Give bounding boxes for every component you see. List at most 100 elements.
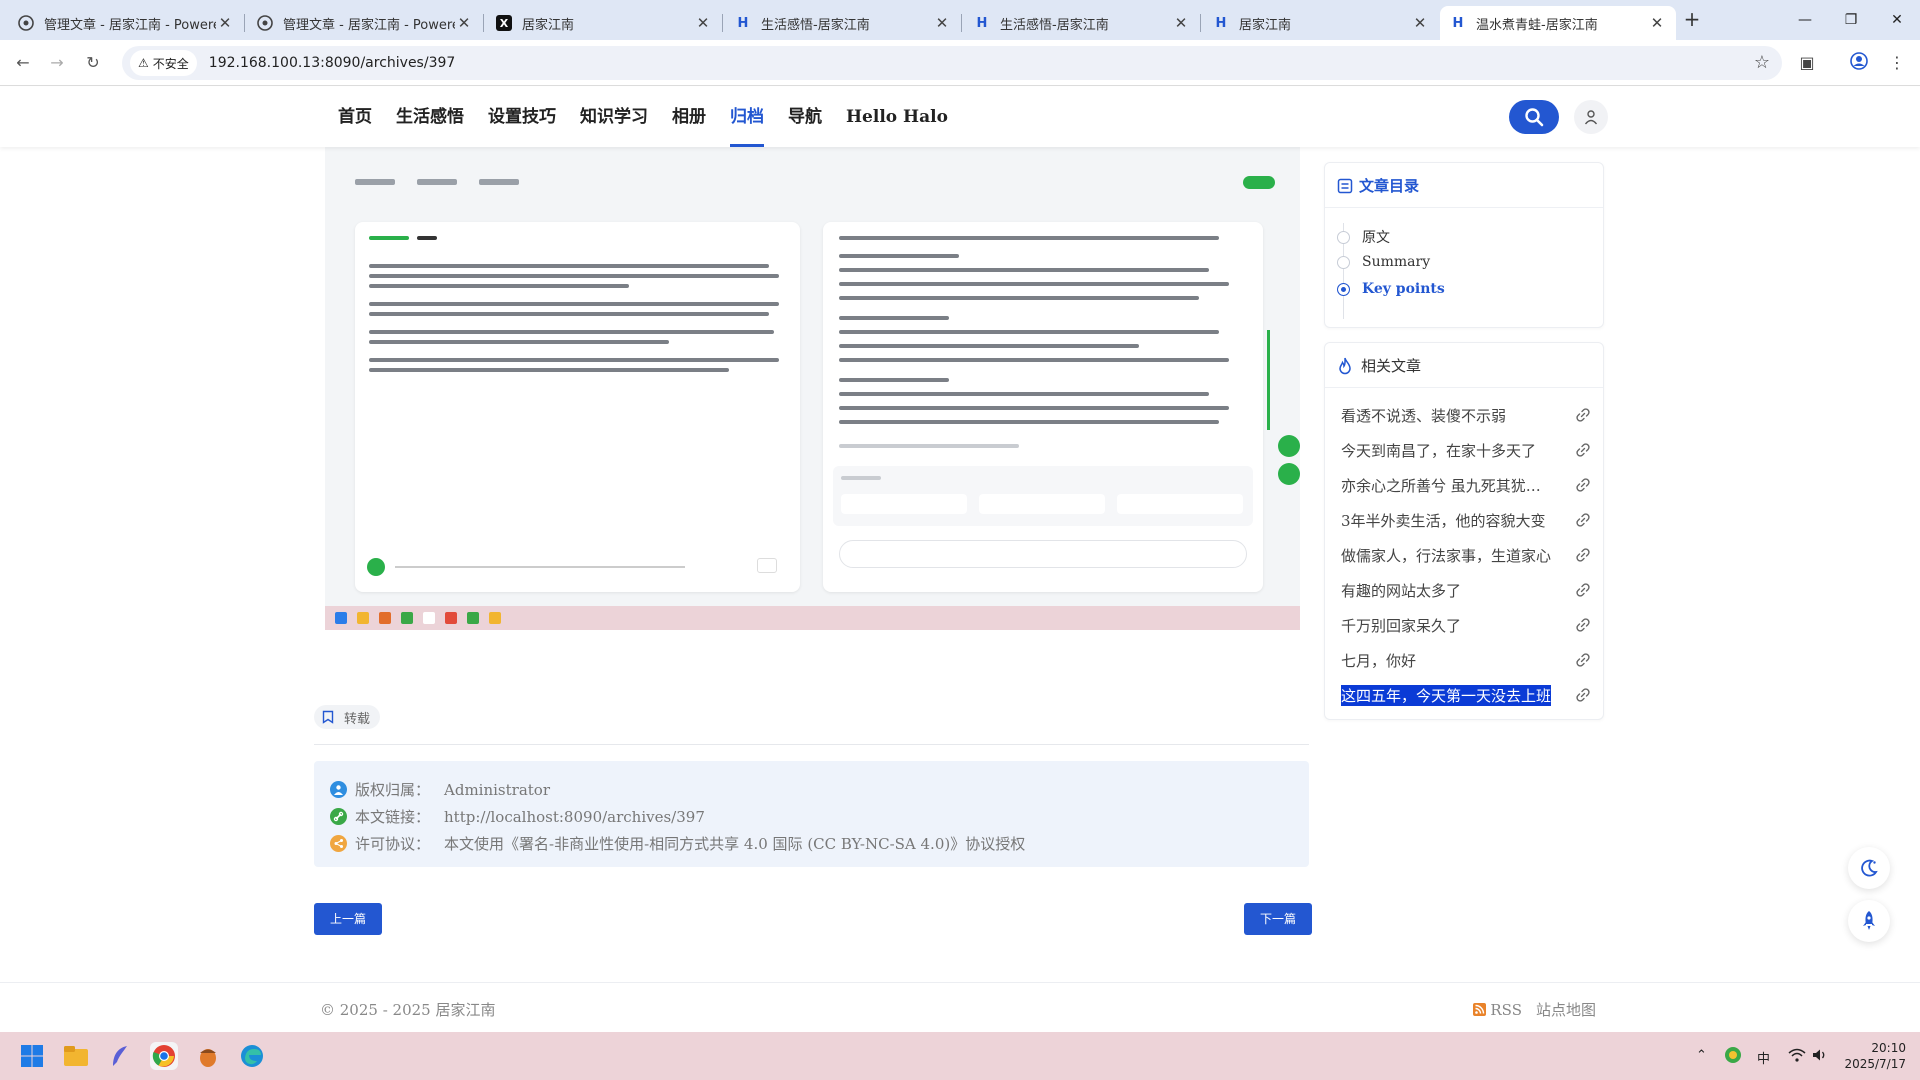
related-article-item[interactable]: 做儒家人，行法家事，生道家心	[1341, 543, 1591, 567]
close-tab-icon[interactable]: ✕	[1172, 14, 1190, 32]
toc-item[interactable]: Summary	[1337, 254, 1430, 270]
browser-tab[interactable]: 管理文章 - 居家江南 - Powered ✕	[247, 6, 484, 40]
os-taskbar: ⌃ 中 20:10 2025/7/17	[0, 1032, 1920, 1080]
related-title: 相关文章	[1337, 355, 1421, 376]
edge-icon[interactable]	[238, 1042, 266, 1070]
next-post-button[interactable]: 下一篇	[1244, 903, 1313, 935]
browser-tab[interactable]: 管理文章 - 居家江南 - Powered ✕	[8, 6, 245, 40]
screenshot-speed-chip	[757, 558, 777, 573]
back-to-top-button[interactable]	[1848, 900, 1890, 942]
browser-tab-active[interactable]: H 温水煮青蛙-居家江南 ✕	[1440, 6, 1676, 40]
menu-item-navigation[interactable]: 导航	[776, 87, 834, 147]
link-icon[interactable]	[1575, 617, 1591, 633]
rocket-icon	[1863, 911, 1875, 930]
tray-overflow-icon[interactable]: ⌃	[1696, 1048, 1707, 1063]
toc-item-active[interactable]: Key points	[1337, 281, 1445, 297]
system-clock[interactable]: 20:10 2025/7/17	[1844, 1040, 1906, 1072]
dark-mode-button[interactable]	[1848, 847, 1890, 889]
browser-tab[interactable]: H 生活感悟-居家江南 ✕	[964, 6, 1201, 40]
toc-dot	[1337, 230, 1350, 244]
close-tab-icon[interactable]: ✕	[694, 14, 712, 32]
url-text[interactable]: 192.168.100.13:8090/archives/397	[209, 55, 456, 71]
link-icon[interactable]	[1575, 547, 1591, 563]
back-icon[interactable]: ←	[10, 50, 36, 76]
article-link[interactable]: http://localhost:8090/archives/397	[444, 808, 705, 826]
menu-item-tips[interactable]: 设置技巧	[476, 87, 568, 147]
close-window-icon[interactable]: ✕	[1874, 0, 1920, 40]
close-tab-icon[interactable]: ✕	[933, 14, 951, 32]
toc-dot	[1337, 255, 1350, 269]
more-menu-icon[interactable]: ⋮	[1886, 52, 1908, 74]
restore-icon[interactable]: ❐	[1828, 0, 1874, 40]
file-explorer-icon[interactable]	[62, 1042, 90, 1070]
tab-search-icon[interactable]: ▣	[1796, 52, 1818, 74]
close-tab-icon[interactable]: ✕	[1648, 14, 1666, 32]
windows-start-icon[interactable]	[18, 1042, 46, 1070]
link-icon[interactable]	[1575, 582, 1591, 598]
related-article-item[interactable]: 有趣的网站太多了	[1341, 578, 1591, 602]
sitemap-link[interactable]: 站点地图	[1536, 999, 1596, 1020]
address-bar[interactable]: ⚠ 不安全 192.168.100.13:8090/archives/397 ☆	[122, 46, 1782, 80]
screenshot-taskbar	[325, 606, 1300, 630]
tag-chip[interactable]: 转载	[314, 705, 381, 729]
ime-indicator[interactable]: 中	[1757, 1048, 1770, 1067]
related-article-item[interactable]: 看透不说透、装傻不示弱	[1341, 403, 1591, 427]
related-article-item[interactable]: 3年半外卖生活，他的容貌大变	[1341, 508, 1591, 532]
new-tab-button[interactable]: +	[1680, 8, 1704, 32]
close-tab-icon[interactable]: ✕	[455, 14, 473, 32]
x-icon: X	[496, 15, 512, 31]
screenshot-right-panel	[823, 222, 1263, 592]
security-indicator[interactable]: ⚠ 不安全	[130, 50, 197, 76]
feather-app-icon[interactable]	[106, 1042, 134, 1070]
browser-toolbar: ← → ↻ ⚠ 不安全 192.168.100.13:8090/archives…	[0, 40, 1920, 86]
divider	[314, 744, 1309, 745]
menu-item-album[interactable]: 相册	[660, 87, 718, 147]
related-article-item[interactable]: 这四五年，今天第一天没去上班	[1341, 683, 1591, 707]
copyright-owner-row: 版权归属： Administrator	[330, 779, 550, 800]
user-button[interactable]	[1574, 100, 1608, 134]
related-article-item[interactable]: 七月，你好	[1341, 648, 1591, 672]
prev-post-button[interactable]: 上一篇	[314, 903, 383, 935]
rss-link[interactable]: RSS	[1473, 1001, 1522, 1019]
wifi-icon[interactable]	[1788, 1048, 1806, 1066]
volume-icon[interactable]	[1812, 1048, 1828, 1066]
link-icon[interactable]	[1575, 512, 1591, 528]
halo-icon	[257, 15, 273, 31]
search-button[interactable]	[1509, 100, 1559, 134]
link-icon[interactable]	[1575, 442, 1591, 458]
minimize-icon[interactable]: —	[1782, 0, 1828, 40]
site-footer: © 2025 - 2025 居家江南 RSS 站点地图	[0, 982, 1920, 1032]
browser-tab[interactable]: X 居家江南 ✕	[486, 6, 723, 40]
link-icon[interactable]	[1575, 477, 1591, 493]
profile-icon[interactable]	[1848, 52, 1870, 74]
menu-item-archive[interactable]: 归档	[718, 87, 776, 147]
menu-item-home[interactable]: 首页	[326, 87, 384, 147]
link-icon	[330, 808, 347, 825]
browser-tab[interactable]: H 生活感悟-居家江南 ✕	[725, 6, 962, 40]
related-article-item[interactable]: 千万别回家呆久了	[1341, 613, 1591, 637]
link-icon[interactable]	[1575, 687, 1591, 703]
close-tab-icon[interactable]: ✕	[1411, 14, 1429, 32]
link-icon[interactable]	[1575, 407, 1591, 423]
article-screenshot-image	[325, 130, 1300, 630]
screenshot-star-icon	[1278, 435, 1300, 457]
reload-icon[interactable]: ↻	[80, 50, 106, 76]
chrome-icon[interactable]	[150, 1042, 178, 1070]
browser-tab[interactable]: H 居家江南 ✕	[1203, 6, 1439, 40]
related-article-item[interactable]: 今天到南昌了，在家十多天了	[1341, 438, 1591, 462]
copyright-link-row: 本文链接： http://localhost:8090/archives/397	[330, 806, 705, 827]
screenshot-toolbar	[355, 172, 1275, 192]
related-article-item[interactable]: 亦余心之所善兮 虽九死其犹未悔	[1341, 473, 1591, 497]
toc-item[interactable]: 原文	[1337, 227, 1390, 247]
menu-item-hello-halo[interactable]: Hello Halo	[834, 87, 960, 147]
menu-item-life[interactable]: 生活感悟	[384, 87, 476, 147]
tray-app-icon[interactable]	[1724, 1046, 1742, 1068]
menu-item-knowledge[interactable]: 知识学习	[568, 87, 660, 147]
screenshot-left-panel	[355, 222, 800, 592]
bookmark-star-icon[interactable]: ☆	[1754, 52, 1770, 73]
acorn-app-icon[interactable]	[194, 1042, 222, 1070]
close-tab-icon[interactable]: ✕	[216, 14, 234, 32]
main-menu: 首页 生活感悟 设置技巧 知识学习 相册 归档 导航 Hello Halo	[326, 87, 960, 147]
link-icon[interactable]	[1575, 652, 1591, 668]
forward-icon[interactable]: →	[44, 50, 70, 76]
